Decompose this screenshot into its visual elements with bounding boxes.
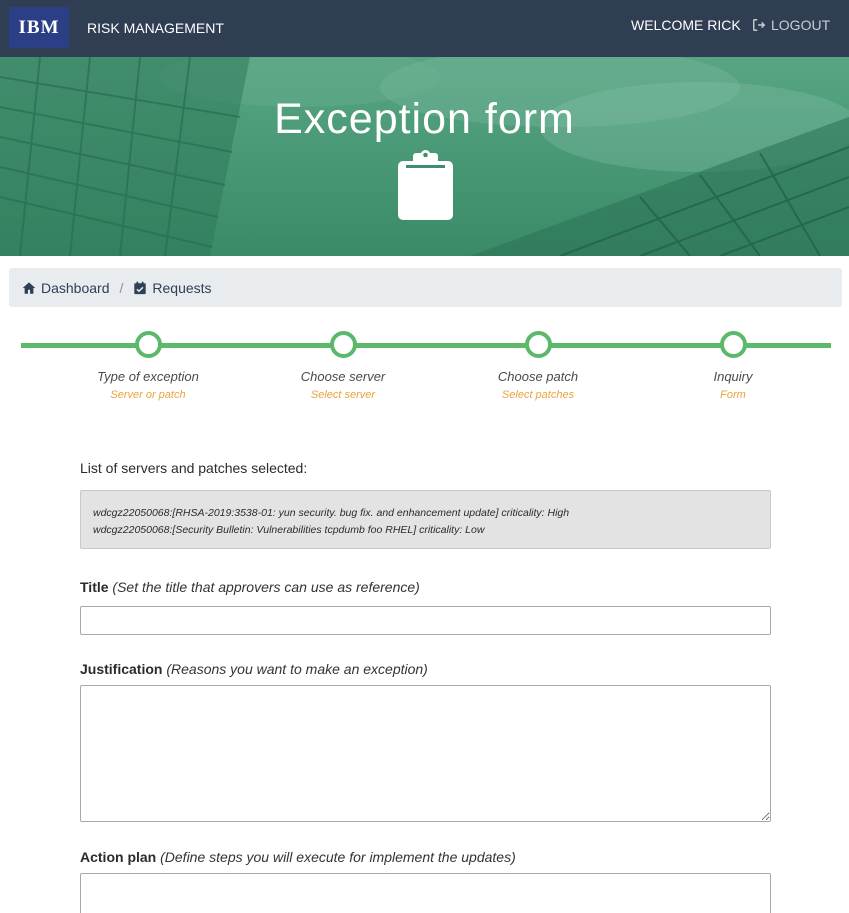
top-navbar: IBM RISK MANAGEMENT WELCOME RICK LOGOUT	[0, 0, 849, 57]
step-sublabel: Server or patch	[110, 389, 186, 401]
selected-list-label: List of servers and patches selected:	[80, 460, 308, 476]
exception-form: List of servers and patches selected: wd…	[80, 460, 771, 913]
breadcrumb-requests[interactable]: Requests	[133, 279, 212, 296]
step-dot	[524, 331, 552, 358]
page-title: Exception form	[274, 95, 575, 143]
title-hint: (Set the title that approvers can use as…	[112, 579, 420, 595]
home-icon	[22, 281, 36, 294]
sign-out-icon	[753, 19, 766, 31]
step-choose-server[interactable]: Choose server Select server	[263, 330, 423, 401]
selected-servers-patches: wdcgz22050068:[RHSA-2019:3538-01: yun se…	[80, 490, 771, 549]
logo-text: IBM	[18, 16, 60, 38]
title-field-label: Title (Set the title that approvers can …	[80, 579, 771, 595]
step-label: Choose patch	[497, 369, 579, 384]
step-sublabel: Form	[720, 389, 746, 401]
calendar-check-icon	[134, 281, 147, 294]
justification-label: Justification	[80, 661, 163, 677]
app-title[interactable]: RISK MANAGEMENT	[87, 20, 224, 36]
step-sublabel: Select patches	[501, 389, 575, 401]
welcome-user: WELCOME RICK	[631, 17, 741, 33]
justification-hint: (Reasons you want to make an exception)	[166, 661, 428, 677]
step-type-of-exception[interactable]: Type of exception Server or patch	[68, 330, 228, 401]
logout-button[interactable]: LOGOUT	[752, 17, 830, 33]
selected-item: wdcgz22050068:[RHSA-2019:3538-01: yun se…	[93, 507, 570, 519]
action-plan-label: Action plan	[80, 849, 157, 865]
breadcrumb-label: Dashboard	[41, 279, 110, 296]
title-label: Title	[80, 579, 109, 595]
progress-stepper: Type of exception Server or patch Choose…	[21, 330, 831, 410]
step-dot	[329, 331, 357, 358]
step-label: Inquiry	[713, 369, 753, 384]
breadcrumb: Dashboard / Requests	[9, 268, 842, 307]
justification-textarea[interactable]	[80, 685, 771, 822]
action-plan-hint: (Define steps you will execute for imple…	[160, 849, 516, 865]
breadcrumb-dashboard[interactable]: Dashboard	[22, 280, 110, 296]
step-dot	[134, 331, 162, 358]
step-sublabel: Select server	[310, 389, 376, 401]
breadcrumb-separator: /	[119, 279, 124, 296]
action-plan-field-label: Action plan (Define steps you will execu…	[80, 849, 771, 865]
logout-label: LOGOUT	[771, 17, 831, 33]
ibm-logo[interactable]: IBM	[9, 7, 69, 48]
step-label: Choose server	[300, 369, 386, 384]
step-label: Type of exception	[97, 369, 199, 384]
justification-field-label: Justification (Reasons you want to make …	[80, 661, 771, 677]
breadcrumb-label: Requests	[152, 279, 212, 296]
hero-banner: Exception form	[0, 57, 849, 256]
selected-item: wdcgz22050068:[Security Bulletin: Vulner…	[93, 524, 485, 536]
title-input[interactable]	[80, 606, 771, 635]
action-plan-textarea[interactable]	[80, 873, 771, 913]
step-dot	[719, 331, 747, 358]
step-choose-patch[interactable]: Choose patch Select patches	[458, 330, 618, 401]
clipboard-icon	[398, 150, 453, 220]
step-inquiry[interactable]: Inquiry Form	[653, 330, 813, 401]
